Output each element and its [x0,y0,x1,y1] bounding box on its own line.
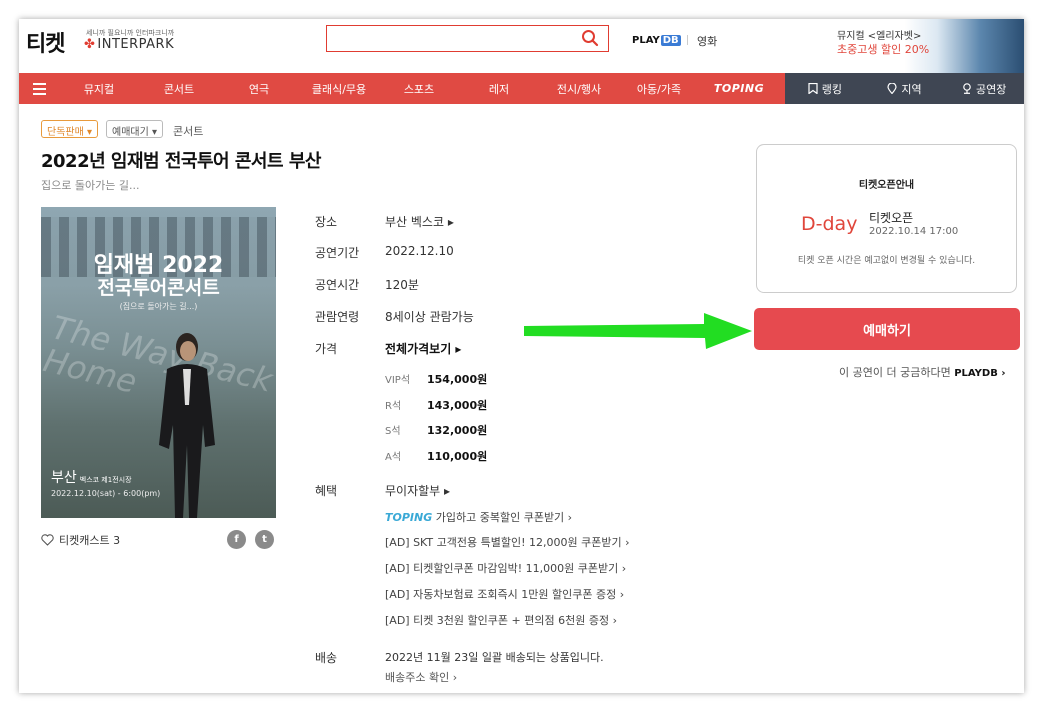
poster-singer-figure [159,333,215,518]
promo-banner[interactable]: 뮤지컬 <엘리자벳> 초중고생 할인 20% [807,19,1024,73]
price-amount: 143,000원 [427,399,488,412]
page-title: 2022년 임재범 전국투어 콘서트 부산 [41,151,321,172]
age-value: 8세이상 관람가능 [385,310,474,324]
presale-badge[interactable]: 예매대기 ▾ [106,120,163,138]
nav-item-concert[interactable]: 콘서트 [139,81,219,97]
ticket-open-box: 티켓오픈안내 D-day 티켓오픈 2022.10.14 17:00 티켓 오픈… [756,144,1017,293]
period-value: 2022.12.10 [385,244,454,258]
nav-item-toping[interactable]: TOPING [699,82,779,95]
ticket-open-label: 티켓오픈 [869,211,914,225]
poster-subtitle: (집으로 돌아가는 길...) [119,302,198,311]
price-grade: A석 [385,452,402,463]
price-label: 가격 [315,342,338,356]
pin-icon [887,83,897,94]
toping-logo: TOPING [385,511,433,524]
poster-venue-label: 벡스코 제1전시장 [79,476,132,484]
nav-item-leisure[interactable]: 레저 [459,81,539,97]
nav-item-musical[interactable]: 뮤지컬 [59,81,139,97]
price-amount: 154,000원 [427,373,488,386]
playdb-text: PLAYDB › [954,368,1006,379]
playdb-db-text: DB [660,35,681,46]
header-divider [687,35,688,45]
playdb-link[interactable]: PLAY DB [632,35,681,46]
ticket-open-date: 2022.10.14 17:00 [869,226,959,237]
shipping-address-link[interactable]: 배송주소 확인 › [385,669,457,685]
benefit-skt-coupon[interactable]: [AD] SKT 고객전용 특별할인! 12,000원 쿠폰받기 › [385,534,629,550]
poster-image: The Way Back Home 임재범 2022 전국투어콘서트 (집으로 … [41,207,276,518]
venue-link[interactable]: 부산 벡스코 ▸ [385,213,454,230]
exclusive-badge[interactable]: 단독판매 ▾ [41,120,98,138]
poster-date: 2022.12.10(sat) - 6:00(pm) [51,489,161,498]
nav-ranking-label: 랭킹 [821,82,842,96]
nav-ranking[interactable]: 랭킹 [785,81,865,97]
playdb-text: PLAY [632,35,660,46]
nav-region-label: 지역 [901,82,922,96]
ticket-open-title: 티켓오픈안내 [858,180,915,191]
main-nav: 뮤지컬 콘서트 연극 클래식/무용 스포츠 레저 전시/행사 아동/가족 TOP… [19,73,1024,104]
poster-city-label: 부산 [51,470,77,486]
ticket-logo[interactable]: 티켓 [26,26,65,58]
green-arrow-icon [524,313,752,349]
bookmark-icon [808,83,818,94]
age-label: 관람연령 [315,310,360,324]
benefit-toping-coupon[interactable]: TOPING 가입하고 중복할인 쿠폰받기 › [385,509,572,525]
movie-link[interactable]: 영화 [697,33,717,49]
nav-item-family[interactable]: 아동/가족 [619,81,699,97]
price-grade: S석 [385,426,401,437]
playdb-more-link[interactable]: 이 공연이 더 궁금하다면 PLAYDB › [839,364,1005,380]
heart-icon [41,534,54,546]
price-amount: 132,000원 [427,424,488,437]
search-input[interactable] [327,26,567,51]
benefit-ticket-coupon[interactable]: [AD] 티켓할인쿠폰 마감임박! 11,000원 쿠폰받기 › [385,560,626,576]
twitter-share-icon[interactable]: t [255,530,274,549]
curious-text: 이 공연이 더 궁금하다면 [839,366,951,379]
ticket-cast[interactable]: 티켓캐스트 3 [41,532,120,548]
shipping-label: 배송 [315,651,338,665]
nav-right-group: 랭킹 지역 공연장 [785,73,1024,104]
benefit-insurance-coupon[interactable]: [AD] 자동차보험료 조회즉시 1만원 할인쿠폰 증정 › [385,586,624,602]
browser-page: 티켓 세니까 필요니까 인터파크니까 ✤ INTERPARK PLAY DB 영화 … [19,19,1024,693]
book-button[interactable]: 예매하기 [754,308,1020,350]
benefit-text: 가입하고 중복할인 쿠폰받기 › [435,511,573,524]
category-breadcrumb[interactable]: 콘서트 [173,123,203,139]
interpark-logo[interactable]: ✤ INTERPARK [84,37,174,52]
price-amount: 110,000원 [427,450,488,463]
shipping-value: 2022년 11월 23일 일괄 배송되는 상품입니다. [385,651,604,664]
nav-item-classic[interactable]: 클래식/무용 [299,81,379,97]
site-header: 티켓 세니까 필요니까 인터파크니까 ✤ INTERPARK PLAY DB 영화 … [19,19,1024,73]
interpark-mark-icon: ✤ [84,37,96,52]
view-all-prices-link[interactable]: 전체가격보기 ▸ [385,340,461,357]
interpark-logo-text: INTERPARK [97,37,175,52]
price-grade: R석 [385,401,402,412]
page-subtitle: 집으로 돌아가는 길... [41,179,140,192]
dday-label: D-day [801,213,858,235]
nav-region[interactable]: 지역 [865,81,945,97]
search-icon[interactable] [581,29,599,47]
installment-link[interactable]: 무이자할부 ▸ [385,482,450,499]
ticket-open-note: 티켓 오픈 시간은 예고없이 변경될 수 있습니다. [797,256,976,266]
nav-item-play[interactable]: 연극 [219,81,299,97]
location-icon [963,83,971,94]
runtime-value: 120분 [385,278,419,292]
nav-item-sports[interactable]: 스포츠 [379,81,459,97]
facebook-share-icon[interactable]: f [227,530,246,549]
venue-label: 장소 [315,215,338,229]
promo-line2: 초중고생 할인 20% [837,43,930,56]
poster-city: 부산 벡스코 제1전시장 [51,467,132,487]
search-box [326,25,609,52]
hamburger-menu-icon[interactable] [19,73,59,104]
runtime-label: 공연시간 [315,278,360,292]
poster-title-2: 전국투어콘서트 [97,277,220,299]
nav-venue[interactable]: 공연장 [944,81,1024,97]
benefit-store-coupon[interactable]: [AD] 티켓 3천원 할인쿠폰 + 편의점 6천원 증정 › [385,612,617,628]
promo-line1: 뮤지컬 <엘리자벳> [837,31,922,42]
period-label: 공연기간 [315,246,360,260]
ticket-cast-label: 티켓캐스트 3 [59,534,121,547]
benefit-label: 혜택 [315,484,338,498]
nav-venue-label: 공연장 [975,82,1007,96]
price-grade: VIP석 [385,375,411,386]
nav-item-exhibition[interactable]: 전시/행사 [539,81,619,97]
